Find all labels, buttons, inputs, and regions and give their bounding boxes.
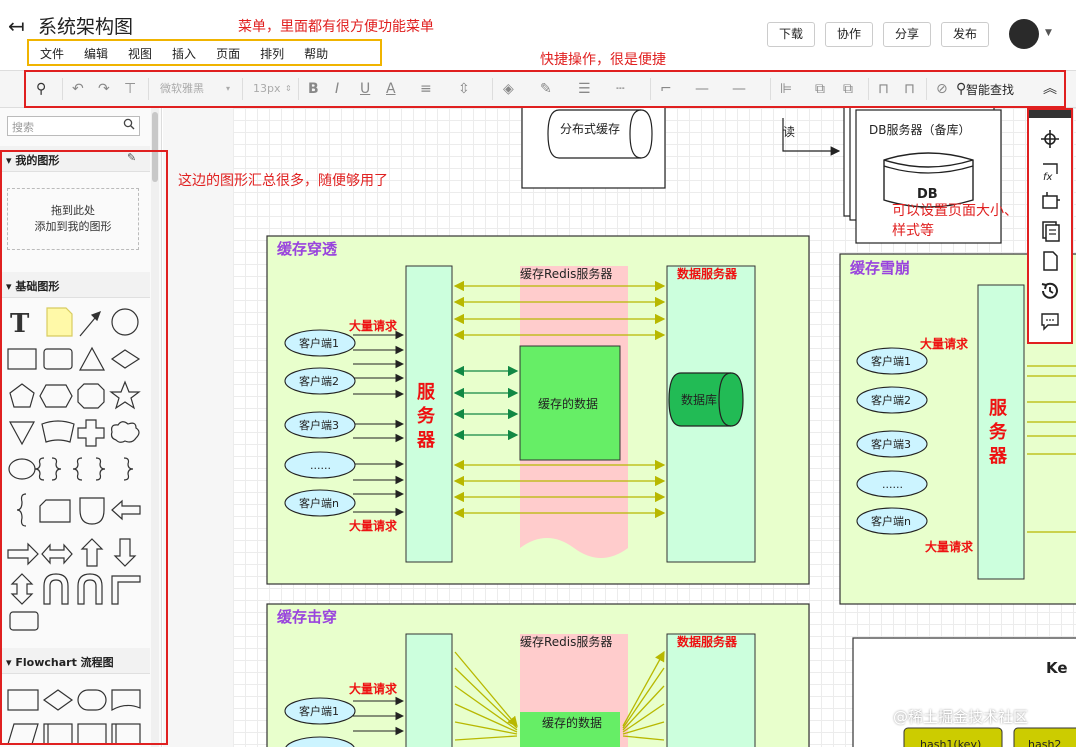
formula-icon[interactable]: fx	[1039, 160, 1061, 182]
penetration-redis-label: 缓存Redis服务器	[520, 266, 612, 281]
comment-icon[interactable]	[1039, 310, 1061, 332]
client-label: 客户端2	[299, 374, 339, 388]
read-label: 读	[783, 125, 795, 139]
toolbar-highlight-box	[24, 70, 1066, 108]
penetration-title: 缓存穿透	[277, 240, 338, 258]
avalanche-title: 缓存雪崩	[850, 259, 910, 277]
crosshair-icon[interactable]	[1039, 128, 1061, 150]
penetration-cached-label: 缓存的数据	[538, 396, 598, 411]
breakdown-server-box[interactable]	[405, 633, 453, 747]
breakdown-big-req: 大量请求	[349, 681, 398, 696]
client-label: ......	[882, 478, 903, 491]
panel-header-bar	[1029, 110, 1071, 118]
breakdown-title: 缓存击穿	[277, 608, 337, 626]
hash1-label: hash1(key)	[920, 738, 981, 747]
client-label: 客户端3	[299, 418, 339, 432]
right-format-panel: fx	[1027, 108, 1073, 344]
client-label: 客户端n	[299, 496, 339, 510]
db-backup-label: DB服务器（备库）	[869, 122, 970, 137]
document-title[interactable]: 系统架构图	[38, 12, 133, 39]
breakdown-cached-label: 缓存的数据	[542, 715, 602, 730]
client-label: 客户端n	[871, 514, 911, 528]
hash2-label: hash2	[1028, 738, 1061, 747]
penetration-database-label: 数据库	[681, 392, 717, 407]
breakdown-redis-label: 缓存Redis服务器	[520, 634, 612, 649]
penetration-big-req-top: 大量请求	[349, 318, 398, 333]
watermark: @稀土掘金技术社区	[893, 708, 1029, 726]
breakdown-data-server-label: 数据服务器	[677, 634, 738, 649]
annotation-menu: 菜单，里面都有很方便功能菜单	[238, 19, 434, 35]
dist-cache-label: 分布式缓存	[560, 122, 620, 136]
download-button[interactable]: 下载	[767, 22, 815, 47]
back-arrow-icon[interactable]: ↤	[8, 14, 25, 38]
avalanche-server-label: 服务器	[988, 398, 1008, 467]
client-label: 客户端3	[871, 437, 911, 451]
svg-text:fx: fx	[1043, 172, 1053, 182]
share-button[interactable]: 分享	[883, 22, 931, 47]
avatar[interactable]	[1009, 19, 1039, 49]
collab-button[interactable]: 协作	[825, 22, 873, 47]
client-label: 客户端1	[299, 704, 339, 718]
page-size-icon[interactable]	[1039, 190, 1061, 212]
publish-button[interactable]: 发布	[941, 22, 989, 47]
document-icon[interactable]	[1039, 250, 1061, 272]
pages-icon[interactable]	[1039, 220, 1061, 242]
search-input[interactable]: 搜索	[7, 116, 140, 136]
annotation-page-settings-2: 样式等	[892, 223, 934, 239]
breakdown-data-server-box[interactable]	[666, 633, 756, 747]
penetration-data-server-label: 数据服务器	[677, 266, 738, 281]
ke-label: Ke	[1046, 659, 1068, 677]
menu-highlight-box	[27, 39, 382, 66]
search-icon[interactable]	[123, 118, 135, 130]
penetration-big-req-bottom: 大量请求	[349, 518, 398, 533]
annotation-page-settings-1: 可以设置页面大小、	[892, 203, 1018, 219]
chevron-down-icon[interactable]: ▼	[1045, 28, 1052, 38]
client-label: 客户端2	[871, 393, 911, 407]
client-label: ......	[310, 459, 331, 472]
history-icon[interactable]	[1039, 280, 1061, 302]
client-label: 客户端1	[299, 336, 339, 350]
sidebar-highlight-box	[0, 150, 168, 745]
client-label: 客户端1	[871, 354, 911, 368]
avalanche-big-req-top: 大量请求	[920, 336, 969, 351]
annotation-shapes: 这边的图形汇总很多，随便够用了	[178, 173, 388, 189]
annotation-toolbar: 快捷操作，很是便捷	[540, 52, 666, 68]
avalanche-big-req-bottom: 大量请求	[925, 539, 974, 554]
penetration-server-label: 服务器	[416, 382, 436, 451]
